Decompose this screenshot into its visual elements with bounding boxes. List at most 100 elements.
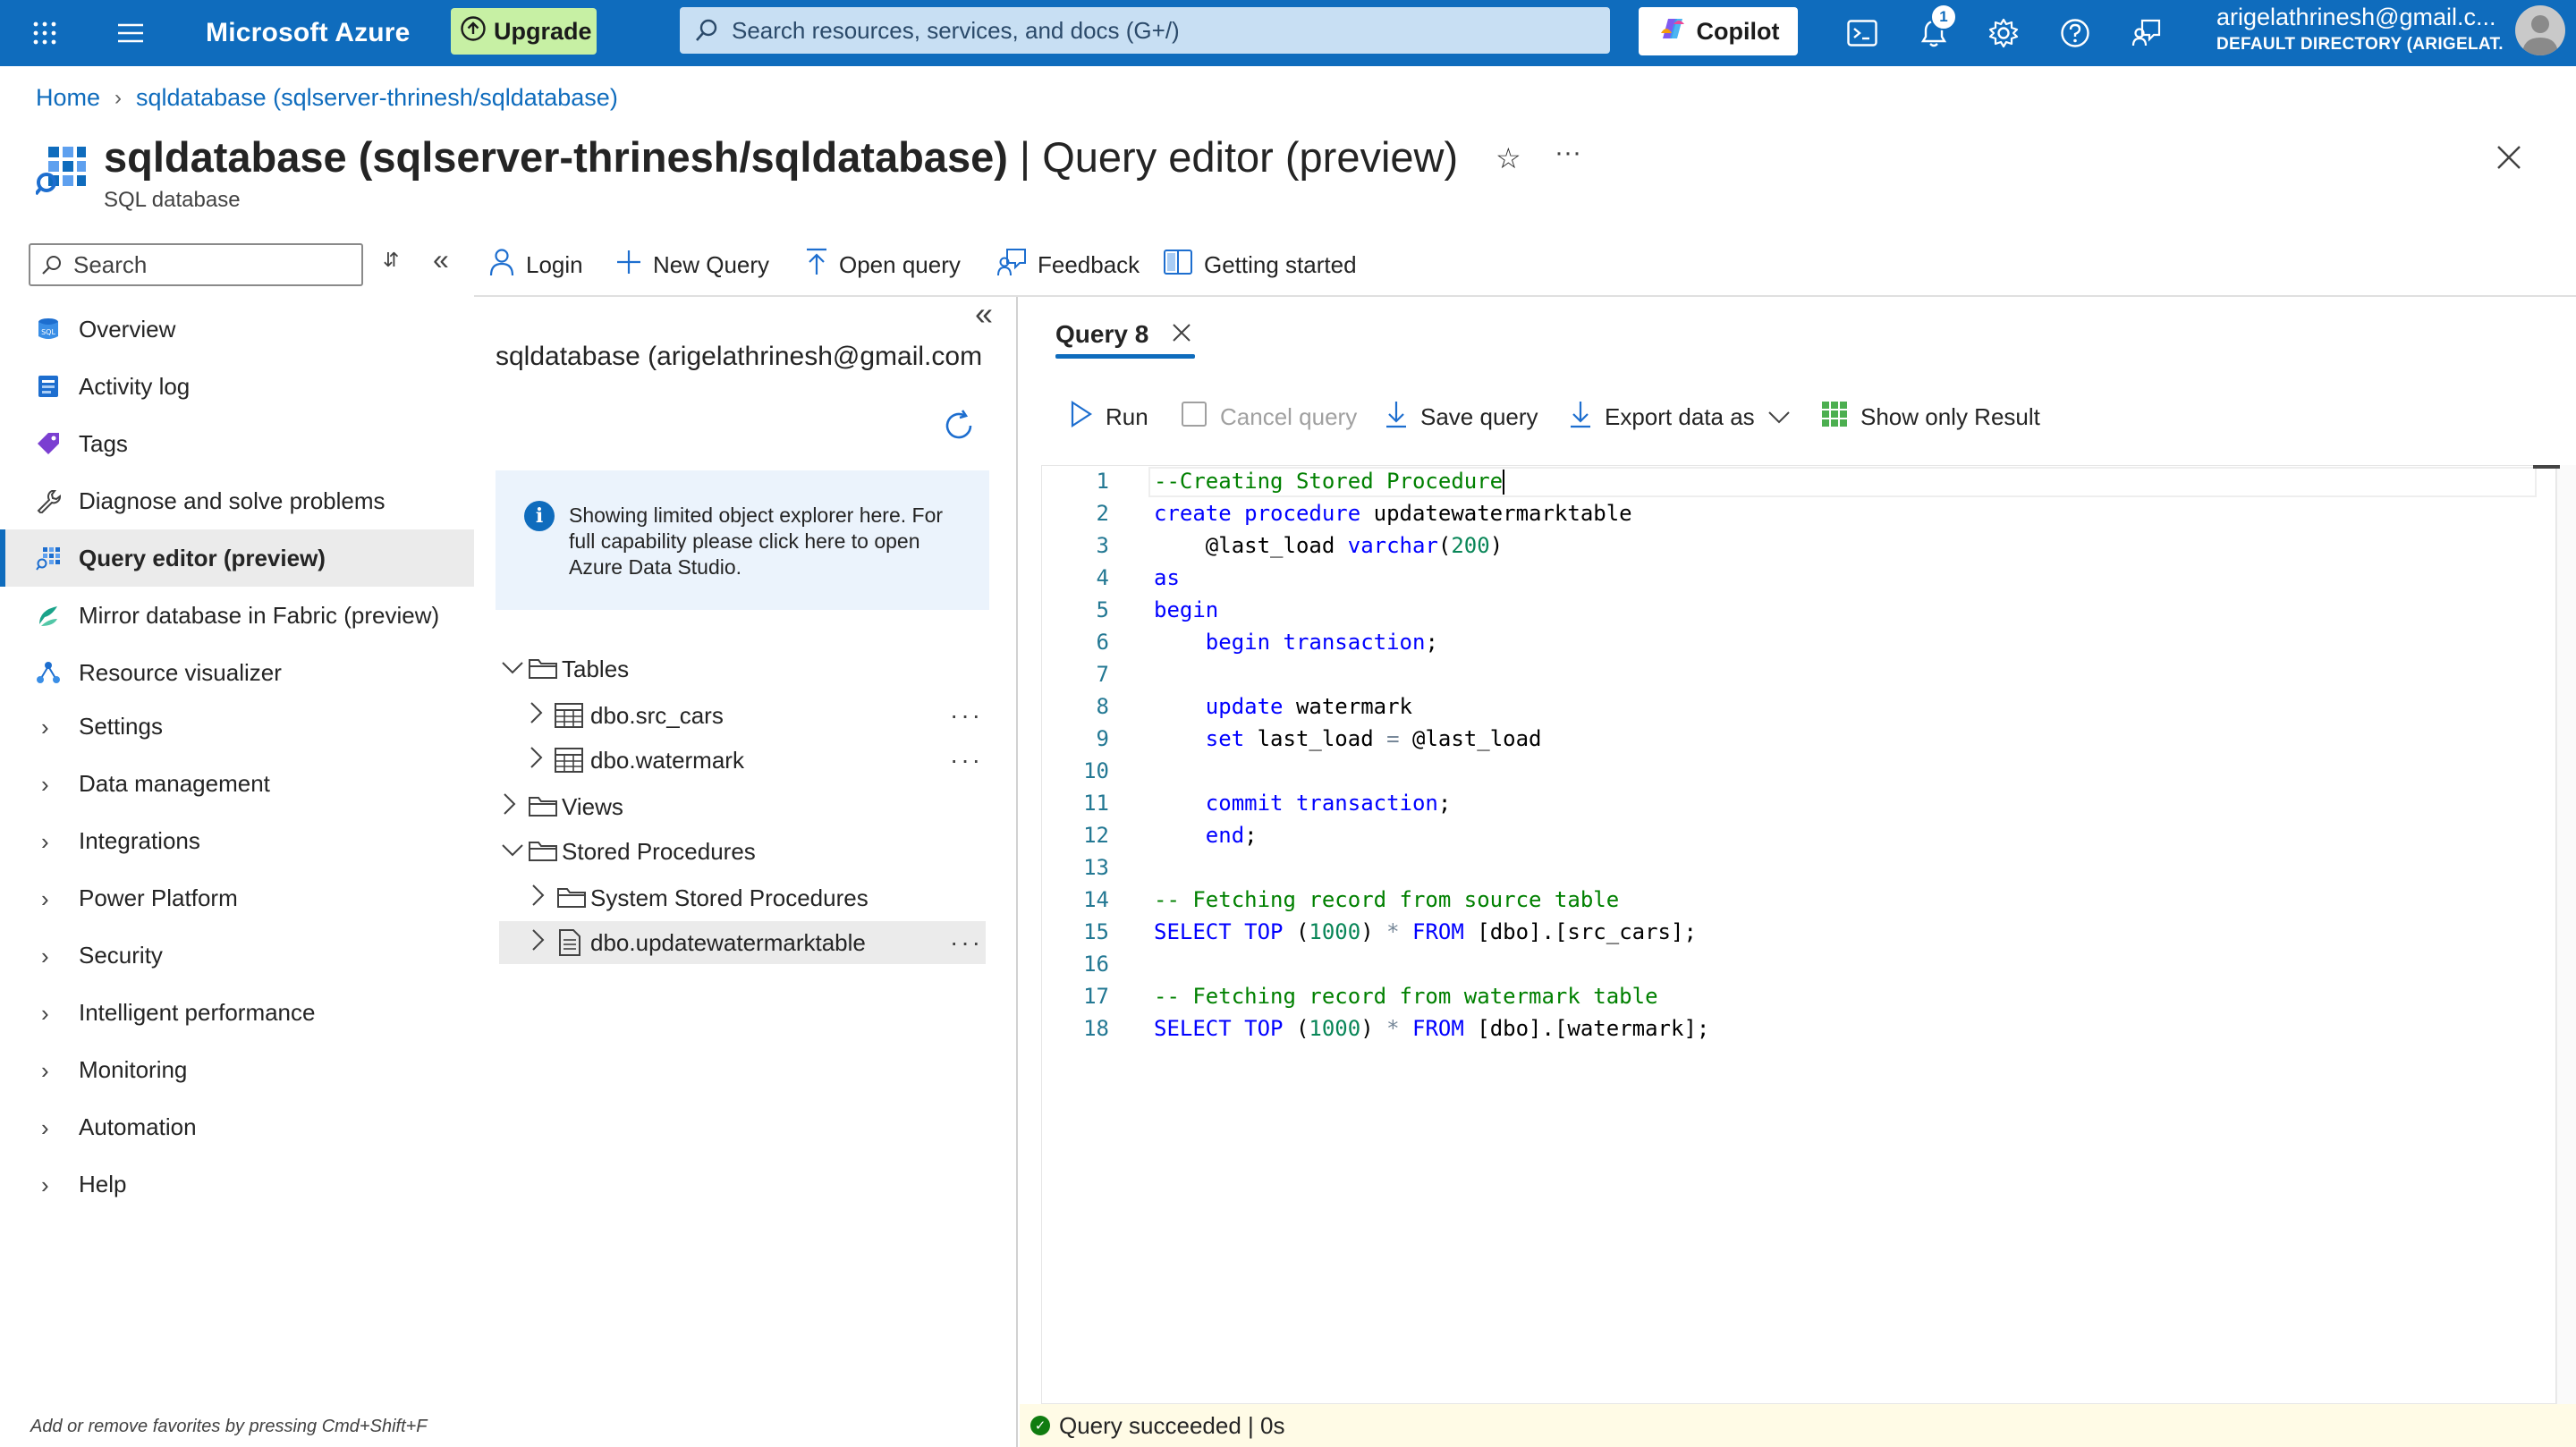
pane-splitter[interactable] — [1016, 297, 1018, 1447]
sidebar-group-security[interactable]: › Security — [0, 927, 474, 984]
account-email: arigelathrinesh@gmail.c... — [2216, 4, 2496, 30]
activity-log-icon — [36, 374, 61, 399]
sidebar-group-integrations[interactable]: › Integrations — [0, 812, 474, 869]
editor-scrollbar[interactable] — [2556, 465, 2576, 1404]
line-number: 10 — [1083, 758, 1109, 783]
more-options-icon[interactable]: ··· — [1555, 138, 1581, 168]
copilot-button[interactable]: Copilot — [1639, 7, 1798, 55]
save-query-label: Save query — [1420, 402, 1538, 430]
svg-text:SQL: SQL — [41, 328, 55, 336]
tab-close-icon[interactable] — [1172, 320, 1191, 349]
sidebar-item-diagnose[interactable]: Diagnose and solve problems — [0, 472, 474, 529]
line-number: 14 — [1083, 887, 1109, 912]
sidebar-group-monitoring[interactable]: › Monitoring — [0, 1041, 474, 1098]
line-number: 13 — [1083, 855, 1109, 880]
tree-node-views[interactable]: Views — [503, 785, 984, 828]
sidebar-group-intelligent-performance[interactable]: › Intelligent performance — [0, 984, 474, 1041]
sidebar-item-resource-visualizer[interactable]: Resource visualizer — [0, 644, 474, 701]
more-options-icon[interactable]: ··· — [950, 928, 983, 957]
breadcrumb-home[interactable]: Home — [36, 84, 100, 112]
wrench-icon — [36, 488, 61, 515]
sidebar-group-label: Data management — [79, 769, 270, 797]
brand-title[interactable]: Microsoft Azure — [206, 0, 411, 66]
tree-node-tables[interactable]: Tables — [501, 647, 984, 690]
getting-started-button[interactable]: Getting started — [1163, 243, 1357, 286]
status-text: Query succeeded | 0s — [1059, 1411, 1285, 1439]
sidebar-group-data-management[interactable]: › Data management — [0, 755, 474, 812]
chevron-right-icon: › — [41, 885, 49, 912]
copilot-icon — [1657, 15, 1688, 48]
account-menu[interactable]: arigelathrinesh@gmail.c... DEFAULT DIREC… — [2216, 4, 2503, 55]
upgrade-icon — [460, 15, 487, 48]
chevron-right-icon — [503, 792, 517, 822]
tree-node-table[interactable]: dbo.src_cars ··· — [530, 694, 984, 737]
chevron-right-icon: › — [41, 1172, 49, 1198]
explorer-info-banner[interactable]: i Showing limited object explorer here. … — [496, 470, 989, 610]
close-icon[interactable] — [2496, 141, 2522, 180]
tree-node-system-stored-procedures[interactable]: System Stored Procedures — [531, 876, 984, 919]
sidebar-group-power-platform[interactable]: › Power Platform — [0, 869, 474, 927]
refresh-icon[interactable] — [941, 408, 977, 448]
settings-gear-icon[interactable] — [1984, 0, 2023, 66]
book-icon — [1163, 248, 1193, 283]
chevron-right-icon: › — [114, 85, 123, 110]
tab-query-8[interactable]: Query 8 — [1055, 311, 1191, 358]
tree-node-table[interactable]: dbo.watermark ··· — [530, 739, 984, 782]
new-query-button[interactable]: New Query — [615, 243, 769, 286]
sidebar-group-settings[interactable]: › Settings — [0, 698, 474, 755]
script-document-icon — [558, 928, 581, 963]
cancel-query-label: Cancel query — [1220, 402, 1358, 430]
upgrade-button[interactable]: Upgrade — [451, 8, 597, 55]
collapse-explorer-icon[interactable]: « — [975, 295, 993, 333]
tree-node-procedure[interactable]: dbo.updatewatermarktable ··· — [531, 921, 984, 964]
feedback-icon[interactable] — [2127, 0, 2166, 66]
tree-node-stored-procedures[interactable]: Stored Procedures — [501, 830, 984, 873]
show-only-result-button[interactable]: Show only Result — [1821, 395, 2040, 438]
table-icon — [555, 748, 583, 779]
search-icon — [694, 18, 719, 49]
cancel-query-button[interactable]: Cancel query — [1181, 395, 1357, 438]
sidebar-item-overview[interactable]: SQL Overview — [0, 300, 474, 358]
line-number: 2 — [1096, 501, 1109, 526]
portal-menu-icon[interactable] — [111, 0, 150, 66]
run-button[interactable]: Run — [1070, 395, 1148, 438]
more-options-icon[interactable]: ··· — [950, 746, 983, 774]
sort-toggle-icon[interactable]: ⇵ — [383, 249, 399, 272]
breadcrumb-resource[interactable]: sqldatabase (sqlserver-thrinesh/sqldatab… — [136, 84, 618, 112]
code-line: SELECT TOP (1000) * FROM [dbo].[src_cars… — [1154, 919, 1697, 944]
cloud-shell-icon[interactable] — [1843, 0, 1882, 66]
feedback-label: Feedback — [1038, 250, 1140, 278]
code-line: commit transaction; — [1205, 791, 1452, 816]
sidebar-item-query-editor[interactable]: Query editor (preview) — [0, 529, 474, 587]
app-launcher-icon[interactable] — [25, 0, 64, 66]
save-query-button[interactable]: Save query — [1385, 395, 1538, 438]
global-search-input[interactable]: Search resources, services, and docs (G+… — [680, 7, 1610, 54]
sql-icon: SQL — [36, 317, 61, 342]
sidebar-item-tags[interactable]: Tags — [0, 415, 474, 472]
sidebar-item-label: Overview — [79, 315, 176, 343]
login-button[interactable]: Login — [488, 243, 583, 286]
open-query-button[interactable]: Open query — [805, 243, 961, 286]
sidebar-group-label: Automation — [79, 1113, 197, 1140]
sidebar-item-mirror-fabric[interactable]: Mirror database in Fabric (preview) — [0, 587, 474, 644]
code-line: -- Fetching record from watermark table — [1154, 984, 1658, 1009]
sidebar-item-activity-log[interactable]: Activity log — [0, 358, 474, 415]
help-icon[interactable] — [2055, 0, 2095, 66]
sidebar-group-automation[interactable]: › Automation — [0, 1098, 474, 1155]
favorite-star-icon[interactable]: ☆ — [1496, 141, 1521, 175]
query-editor-icon — [36, 546, 61, 571]
more-options-icon[interactable]: ··· — [950, 701, 983, 730]
success-check-icon: ✓ — [1030, 1416, 1050, 1435]
feedback-button[interactable]: Feedback — [996, 243, 1140, 286]
export-data-dropdown[interactable]: Export data as — [1569, 395, 1791, 438]
sidebar-group-label: Power Platform — [79, 884, 238, 911]
download-icon — [1385, 400, 1408, 435]
sidebar-group-help[interactable]: › Help — [0, 1155, 474, 1213]
tree-node-label: dbo.updatewatermarktable — [590, 928, 866, 956]
code-line: -- Fetching record from source table — [1154, 887, 1620, 912]
line-number: 7 — [1096, 662, 1109, 687]
avatar[interactable] — [2515, 5, 2565, 55]
collapse-nav-icon[interactable]: « — [433, 243, 449, 276]
notification-badge: 1 — [1930, 4, 1957, 30]
nav-search-input[interactable]: Search — [29, 243, 363, 286]
